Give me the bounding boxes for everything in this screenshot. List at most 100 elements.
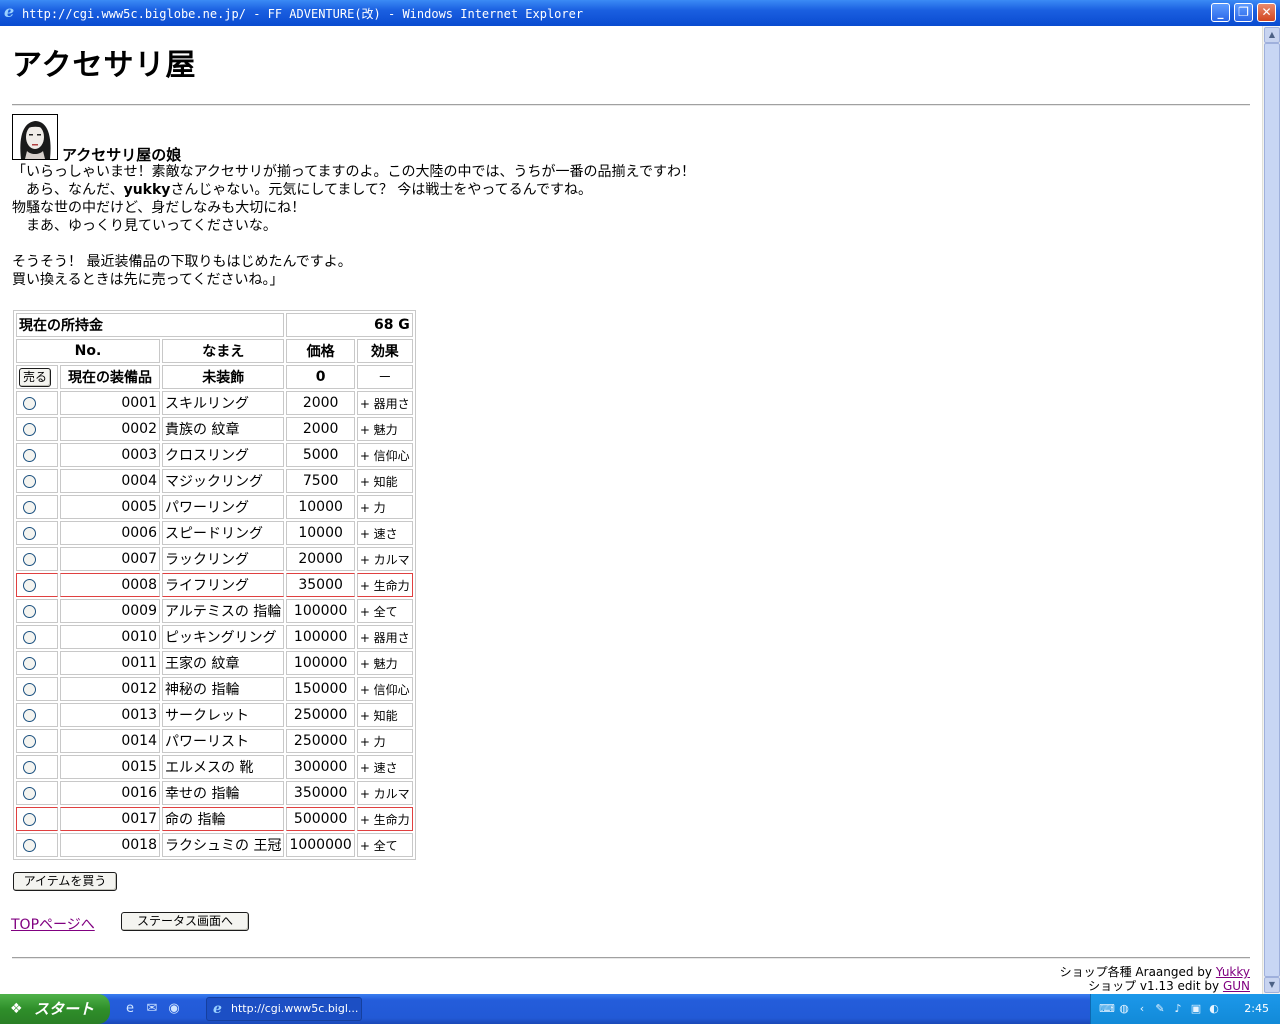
shop-item-row[interactable]: 0017 命の 指輪 500000 + 生命力 <box>16 807 413 831</box>
minimize-button[interactable]: _ <box>1211 3 1230 22</box>
item-radio[interactable] <box>23 838 36 852</box>
current-equipment-label: 現在の装備品 <box>60 365 160 389</box>
item-radio[interactable] <box>23 474 36 488</box>
clock: 2:45 <box>1244 1002 1269 1015</box>
shop-item-row[interactable]: 0012 神秘の 指輪 150000 + 信仰心 <box>16 677 413 701</box>
item-radio[interactable] <box>23 708 36 722</box>
item-effect: + 速さ <box>356 755 413 779</box>
shop-item-row[interactable]: 0015 エルメスの 靴 300000 + 速さ <box>16 755 413 779</box>
item-radio[interactable] <box>23 812 36 826</box>
item-select-cell <box>16 521 58 545</box>
item-no: 0006 <box>60 521 160 545</box>
item-price: 250000 <box>286 703 355 727</box>
item-radio[interactable] <box>23 734 36 748</box>
item-radio[interactable] <box>23 682 36 696</box>
shop-item-row[interactable]: 0001 スキルリング 2000 + 器用さ <box>16 391 413 415</box>
current-equipment-effect: － <box>356 365 413 389</box>
shop-item-row[interactable]: 0009 アルテミスの 指輪 100000 + 全て <box>16 599 413 623</box>
divider-top <box>12 104 1250 106</box>
item-effect: + 知能 <box>356 703 413 727</box>
item-radio[interactable] <box>23 396 36 410</box>
item-no: 0014 <box>60 729 160 753</box>
taskbar-ie-window[interactable]: e http://cgi.www5c.bigl... <box>206 997 362 1021</box>
player-name: yukky <box>123 182 171 198</box>
shop-item-row[interactable]: 0002 貴族の 紋章 2000 + 魅力 <box>16 417 413 441</box>
item-radio[interactable] <box>23 786 36 800</box>
credits-yukky-link[interactable]: Yukky <box>1216 965 1250 979</box>
item-select-cell <box>16 547 58 571</box>
item-no: 0009 <box>60 599 160 623</box>
pen-icon[interactable]: ✎ <box>1153 1002 1167 1016</box>
item-price: 500000 <box>286 807 355 831</box>
item-radio[interactable] <box>23 604 36 618</box>
shop-item-row[interactable]: 0011 王家の 紋章 100000 + 魅力 <box>16 651 413 675</box>
restore-button[interactable]: ❐ <box>1234 3 1253 22</box>
item-radio[interactable] <box>23 578 36 592</box>
item-price: 100000 <box>286 625 355 649</box>
dialog-line: そうそう！ 最近装備品の下取りもはじめたんですよ。 <box>12 254 352 270</box>
item-radio[interactable] <box>23 656 36 670</box>
quicklaunch-ie-icon[interactable]: e <box>122 1001 138 1017</box>
shop-item-row[interactable]: 0003 クロスリング 5000 + 信仰心 <box>16 443 413 467</box>
item-radio[interactable] <box>23 630 36 644</box>
status-screen-button[interactable]: ステータス画面へ <box>121 912 249 931</box>
header-price: 価格 <box>286 339 355 363</box>
dialog-line: まあ、ゆっくり見ていってくださいな。 <box>12 218 277 234</box>
sell-button[interactable]: 売る <box>19 367 51 387</box>
money-label: 現在の所持金 <box>16 313 285 337</box>
quicklaunch-mail-icon[interactable]: ✉ <box>144 1001 160 1017</box>
credits-text: ショップ各種 Araanged by <box>1059 965 1216 979</box>
item-radio[interactable] <box>23 448 36 462</box>
speaker-name: アクセサリ屋の娘 <box>62 146 182 164</box>
scroll-thumb[interactable] <box>1264 43 1280 977</box>
network-icon[interactable]: ◍ <box>1117 1002 1131 1016</box>
keyboard-icon[interactable]: ⌨ <box>1099 1002 1115 1016</box>
shop-item-row[interactable]: 0004 マジックリング 7500 + 知能 <box>16 469 413 493</box>
window-titlebar: e http://cgi.www5c.biglobe.ne.jp/ - FF A… <box>0 0 1280 26</box>
quicklaunch-media-icon[interactable]: ◉ <box>166 1001 182 1017</box>
shop-item-row[interactable]: 0007 ラックリング 20000 + カルマ <box>16 547 413 571</box>
item-radio[interactable] <box>23 500 36 514</box>
close-button[interactable]: ✕ <box>1257 3 1276 22</box>
tray-app-icon[interactable]: ♪ <box>1171 1002 1185 1016</box>
item-no: 0011 <box>60 651 160 675</box>
item-select-cell <box>16 495 58 519</box>
shop-item-row[interactable]: 0010 ピッキングリング 100000 + 器用さ <box>16 625 413 649</box>
item-name: 貴族の 紋章 <box>162 417 285 441</box>
buy-item-button[interactable]: アイテムを買う <box>13 872 117 891</box>
item-name: パワーリスト <box>162 729 285 753</box>
item-name: 神秘の 指輪 <box>162 677 285 701</box>
item-effect: + 器用さ <box>356 391 413 415</box>
ie-logo-icon: e <box>4 2 15 21</box>
start-button[interactable]: ❖ スタート <box>0 994 110 1024</box>
item-radio[interactable] <box>23 526 36 540</box>
tray-expand-icon[interactable]: ‹ <box>1135 1002 1149 1016</box>
item-no: 0013 <box>60 703 160 727</box>
shop-item-row[interactable]: 0008 ライフリング 35000 + 生命力 <box>16 573 413 597</box>
credits-gun-link[interactable]: GUN <box>1223 979 1250 993</box>
item-effect: + 力 <box>356 729 413 753</box>
display-icon[interactable]: ▣ <box>1189 1002 1203 1016</box>
shop-item-row[interactable]: 0014 パワーリスト 250000 + 力 <box>16 729 413 753</box>
item-radio[interactable] <box>23 422 36 436</box>
scroll-down-arrow-icon[interactable]: ▼ <box>1264 977 1280 993</box>
shop-item-row[interactable]: 0006 スピードリング 10000 + 速さ <box>16 521 413 545</box>
shop-item-row[interactable]: 0018 ラクシュミの 王冠 1000000 + 全て <box>16 833 413 857</box>
item-effect: + カルマ <box>356 547 413 571</box>
shop-item-row[interactable]: 0005 パワーリング 10000 + 力 <box>16 495 413 519</box>
dialog-line: 「いらっしゃいませ！素敵なアクセサリが揃ってますのよ。この大陸の中では、うちが一… <box>12 164 696 180</box>
shop-item-row[interactable]: 0013 サークレット 250000 + 知能 <box>16 703 413 727</box>
item-radio[interactable] <box>23 760 36 774</box>
item-select-cell <box>16 677 58 701</box>
top-page-link[interactable]: TOPページへ <box>11 914 95 934</box>
vertical-scrollbar[interactable]: ▲ ▼ <box>1262 26 1280 994</box>
item-effect: + 器用さ <box>356 625 413 649</box>
shop-item-row[interactable]: 0016 幸せの 指輪 350000 + カルマ <box>16 781 413 805</box>
item-name: ピッキングリング <box>162 625 285 649</box>
dialog-line: あら、なんだ、 <box>12 182 124 198</box>
item-no: 0018 <box>60 833 160 857</box>
item-radio[interactable] <box>23 552 36 566</box>
scroll-up-arrow-icon[interactable]: ▲ <box>1264 27 1280 43</box>
volume-icon[interactable]: ◐ <box>1207 1002 1221 1016</box>
item-name: サークレット <box>162 703 285 727</box>
